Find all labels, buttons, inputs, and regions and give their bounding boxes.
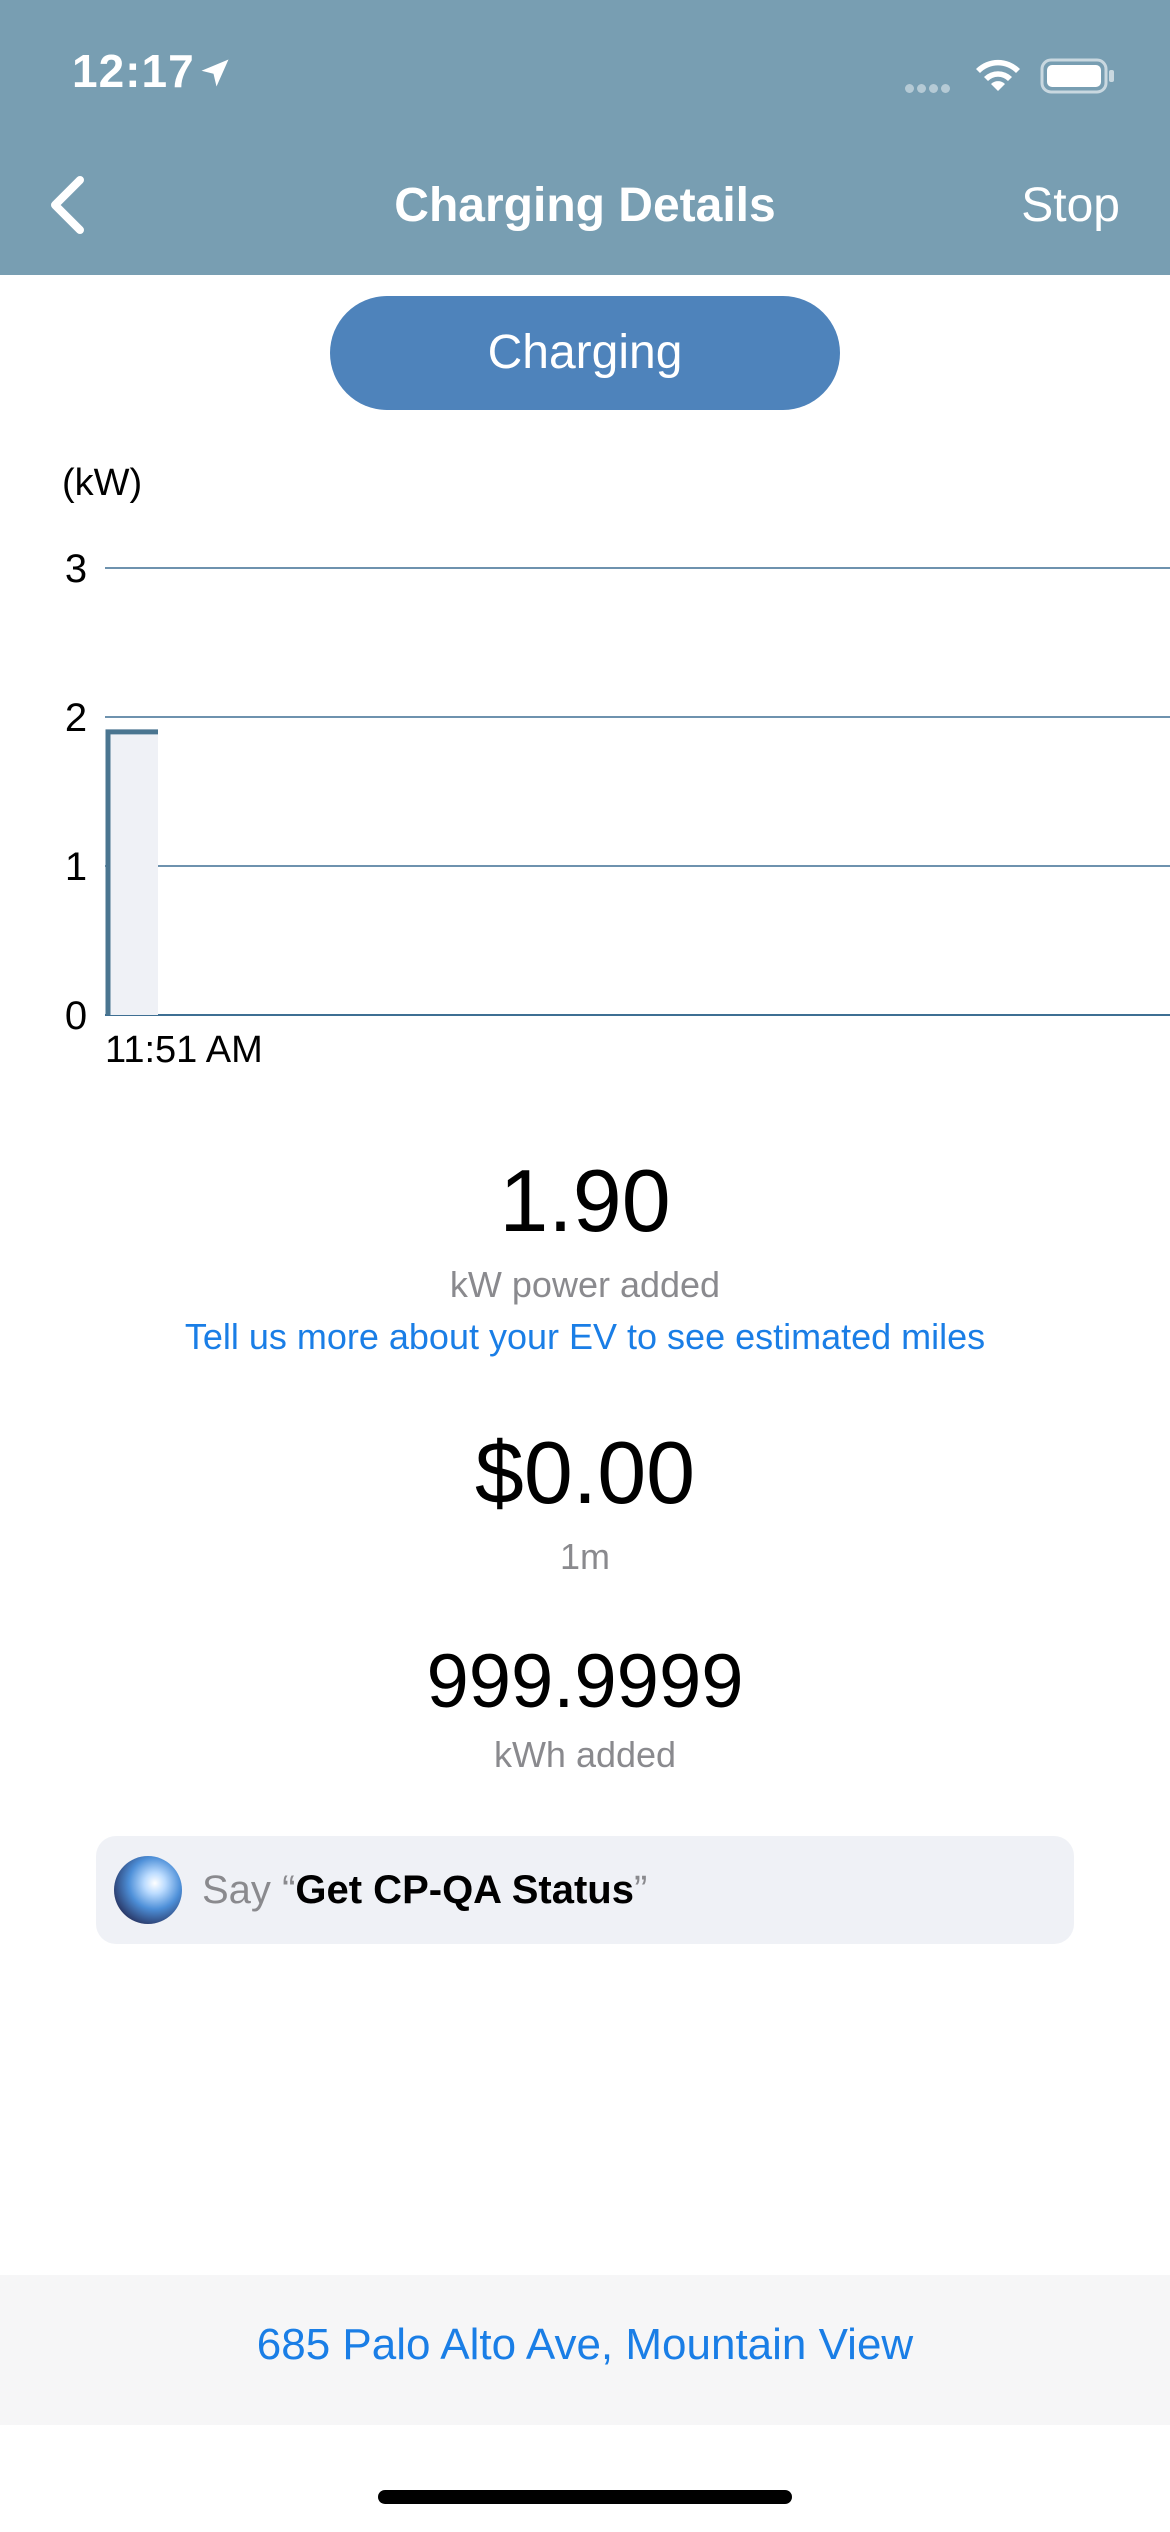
x-tick-label: 11:51 AM (105, 1029, 263, 1071)
energy-label: kWh added (493, 1734, 677, 1775)
station-address-link[interactable]: 685 Palo Alto Ave, Mountain View (0, 2320, 1170, 2370)
y-tick-label: 3 (65, 547, 87, 591)
siri-close-quote: ” (633, 1868, 648, 1912)
nav-header: 12:17 Charging Details Stop (0, 0, 1170, 275)
location-arrow-icon (201, 59, 229, 87)
address-bar: 685 Palo Alto Ave, Mountain View (0, 2275, 1170, 2425)
siri-say-label: Say (202, 1868, 271, 1912)
ev-info-link[interactable]: Tell us more about your EV to see estima… (0, 1316, 1170, 1358)
stop-button[interactable]: Stop (1021, 178, 1120, 233)
y-axis-label: (kW) (62, 462, 142, 504)
y-tick-label: 1 (65, 845, 87, 889)
siri-shortcut-suggestion[interactable]: Say “Get CP-QA Status” (96, 1836, 1074, 1944)
home-indicator (378, 2490, 792, 2504)
power-label: kW power added (449, 1264, 721, 1305)
cellular-signal-icon (905, 80, 953, 98)
energy-value: 999.9999 (426, 1639, 744, 1724)
siri-icon (114, 1856, 182, 1924)
y-tick-label: 0 (65, 994, 87, 1038)
power-chart: (kW) 0 1 2 3 11:51 AM (62, 462, 1170, 1071)
siri-shortcut-text: Say “Get CP-QA Status” (202, 1868, 647, 1913)
cost-value: $0.00 (474, 1423, 696, 1522)
y-tick-label: 2 (65, 696, 87, 740)
siri-open-quote: “ (282, 1868, 296, 1912)
power-value: 1.90 (499, 1151, 671, 1250)
series-area-fill (108, 731, 158, 1015)
duration-label: 1m (559, 1536, 610, 1577)
status-time: 12:17 (72, 45, 195, 97)
page-title: Charging Details (394, 179, 776, 232)
siri-phrase: Get CP-QA Status (295, 1868, 634, 1912)
battery-icon (1040, 58, 1114, 94)
charging-status-pill[interactable]: Charging (330, 296, 840, 410)
wifi-icon (976, 59, 1020, 91)
